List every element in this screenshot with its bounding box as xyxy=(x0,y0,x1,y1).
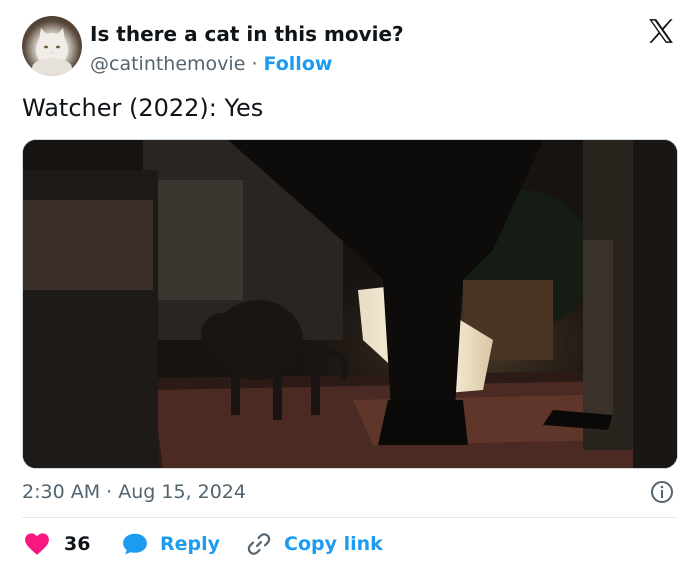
tweet-timestamp[interactable]: 2:30 AM · Aug 15, 2024 xyxy=(22,479,246,505)
link-icon xyxy=(247,533,271,555)
tweet-header: Is there a cat in this movie? @catinthem… xyxy=(22,16,682,80)
like-button[interactable]: 36 xyxy=(24,527,90,561)
info-icon[interactable] xyxy=(650,480,674,504)
divider xyxy=(22,517,678,518)
reply-label: Reply xyxy=(160,533,221,555)
tweet-media-image[interactable] xyxy=(22,139,678,469)
avatar[interactable] xyxy=(22,16,82,76)
copy-link-button[interactable]: Copy link xyxy=(246,527,383,561)
cat-avatar-image xyxy=(32,28,72,76)
display-name[interactable]: Is there a cat in this movie? xyxy=(90,22,404,46)
follow-button[interactable]: Follow xyxy=(264,53,333,75)
handle-row: @catinthemovie · Follow xyxy=(90,52,332,76)
copy-link-label: Copy link xyxy=(284,533,383,555)
user-handle[interactable]: @catinthemovie xyxy=(90,53,245,75)
x-logo-icon[interactable] xyxy=(646,16,676,46)
like-count: 36 xyxy=(64,533,91,555)
movie-still-image xyxy=(23,140,677,468)
reply-button[interactable]: Reply xyxy=(122,527,220,561)
speech-bubble-icon xyxy=(123,533,147,555)
heart-icon xyxy=(25,533,49,555)
separator-dot: · xyxy=(251,53,258,75)
tweet-text: Watcher (2022): Yes xyxy=(22,94,264,122)
action-bar: 36 Reply Copy link xyxy=(22,527,678,561)
